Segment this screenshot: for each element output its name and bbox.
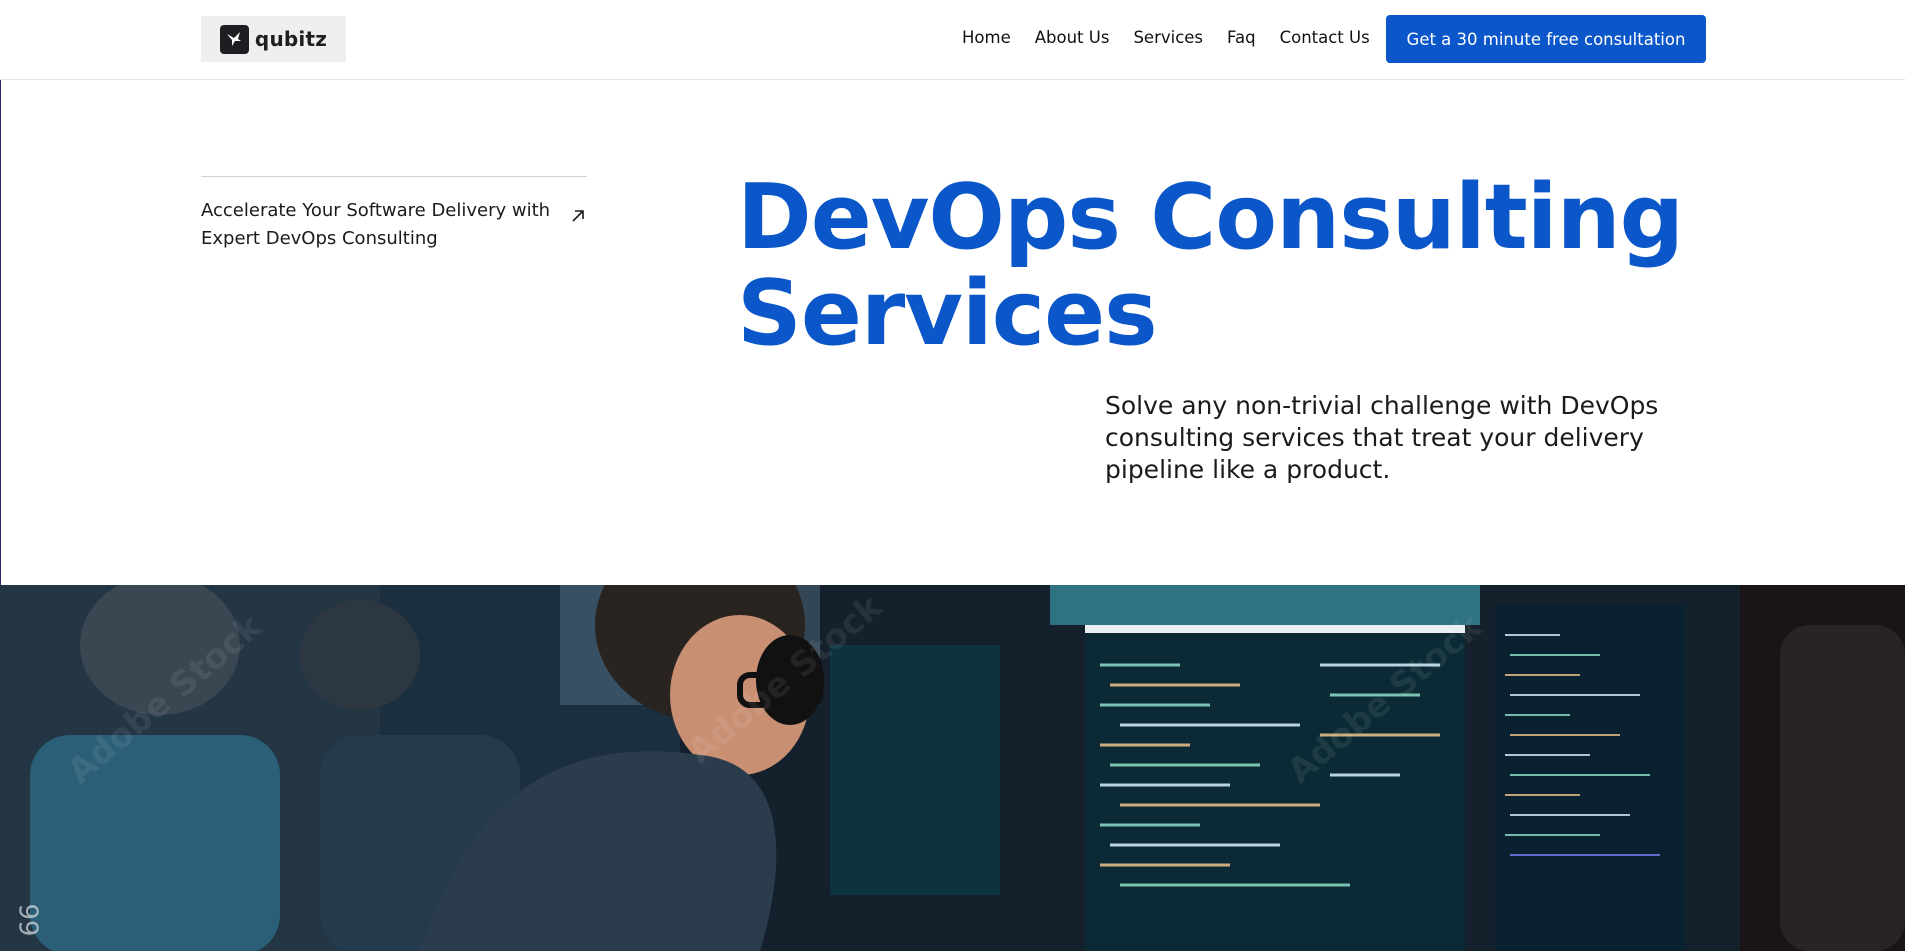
nav-contact-us[interactable]: Contact Us: [1280, 26, 1370, 50]
hero-image-developers: Adobe Stock Adobe Stock Adobe Stock 66: [0, 585, 1905, 951]
nav-home[interactable]: Home: [962, 26, 1011, 50]
page-title-line-1: DevOps Consulting: [737, 165, 1684, 270]
nav-about-us[interactable]: About Us: [1035, 26, 1110, 50]
page-title-line-2: Services: [737, 261, 1158, 366]
arrow-up-right-icon: [572, 210, 584, 222]
main-nav: Home About Us Services Faq Contact Us: [962, 26, 1370, 50]
hero-tagline-link[interactable]: Accelerate Your Software Delivery with E…: [201, 176, 587, 253]
page-left-edge: [0, 0, 1, 585]
hero-subtitle: Solve any non-trivial challenge with Dev…: [1105, 391, 1659, 484]
bird-logo-icon: [219, 24, 249, 54]
hero-tagline: Accelerate Your Software Delivery with E…: [201, 200, 551, 249]
hero-image-illustration: Adobe Stock Adobe Stock Adobe Stock: [0, 585, 1905, 951]
page-title: DevOps Consulting Services: [737, 170, 1737, 362]
logo-text: qubitz: [254, 27, 328, 51]
image-corner-text: 66: [15, 903, 46, 937]
nav-services[interactable]: Services: [1133, 26, 1203, 50]
free-consultation-button[interactable]: Get a 30 minute free consultation: [1386, 15, 1706, 63]
logo[interactable]: qubitz: [201, 16, 346, 62]
site-header: qubitz Home About Us Services Faq Contac…: [0, 0, 1905, 80]
nav-faq[interactable]: Faq: [1227, 26, 1256, 50]
